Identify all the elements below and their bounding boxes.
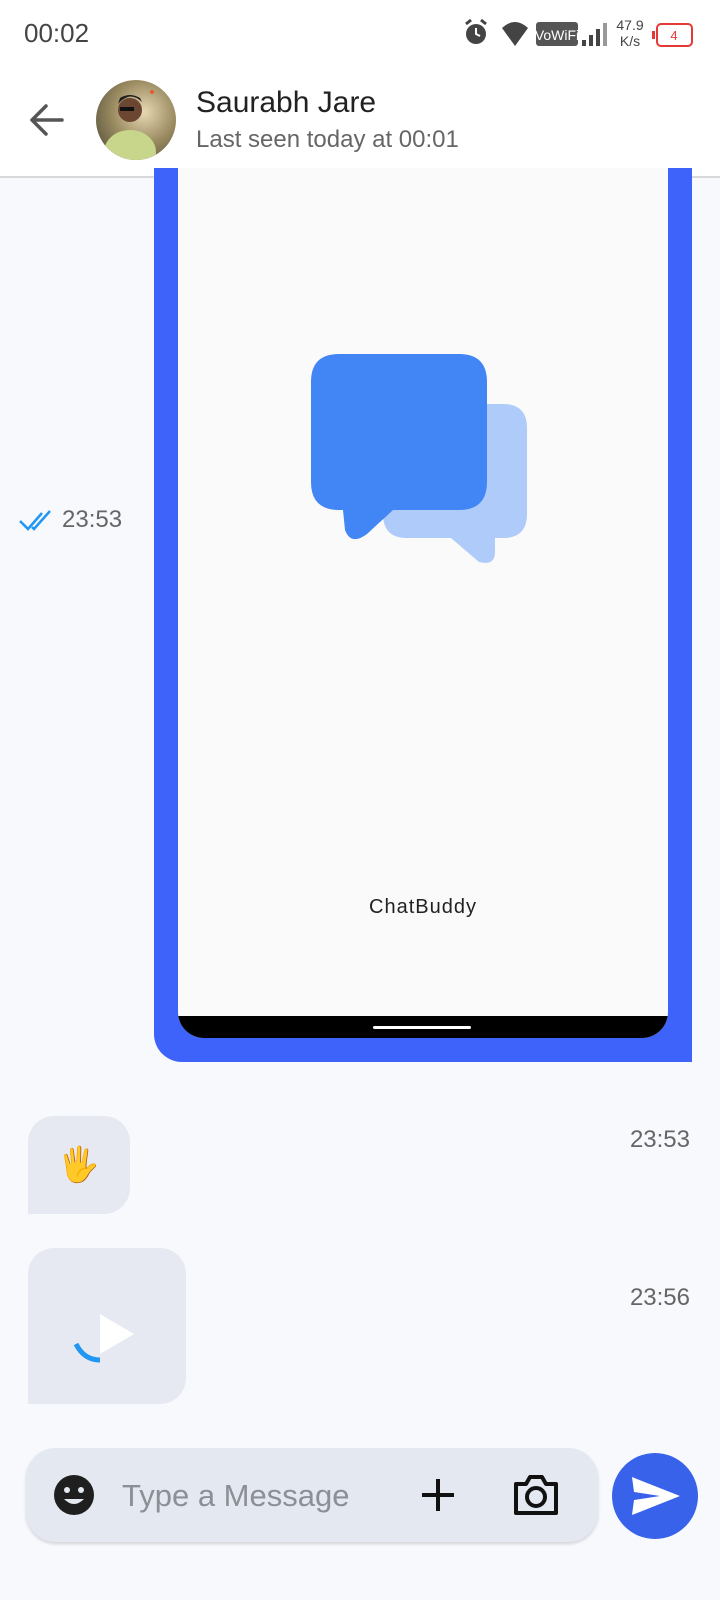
battery-icon: 4 [652, 23, 693, 47]
plus-icon [422, 1479, 454, 1511]
message-time-text: 23:53 [62, 506, 123, 533]
avatar[interactable] [96, 80, 176, 160]
image-preview: ChatBuddy [178, 168, 668, 1038]
smiley-icon [54, 1475, 94, 1515]
wifi-icon [502, 22, 528, 46]
vowifi-label: VoWiFi [535, 27, 579, 43]
arrow-left-icon [30, 104, 64, 136]
loading-spinner-icon [73, 1342, 101, 1363]
emoji-content: 🖐 [57, 1146, 101, 1184]
message-list[interactable]: ChatBuddy 23:53 🖐 23:53 23:56 [0, 168, 720, 1440]
chat-header: Saurabh Jare Last seen today at 00:01 [0, 66, 720, 178]
message-time: 23:53 [18, 506, 122, 538]
message-time: 23:53 [629, 1126, 690, 1153]
contact-name[interactable]: Saurabh Jare [196, 86, 376, 120]
message-composer [26, 1448, 598, 1542]
status-icons: VoWiFi 47.9 K/s 4 [465, 17, 693, 49]
chatbuddy-logo-icon [311, 354, 527, 563]
emoji-button[interactable] [52, 1473, 96, 1517]
signal-icon [582, 23, 607, 46]
status-time: 00:02 [24, 18, 90, 48]
camera-icon [514, 1475, 558, 1515]
contact-photo [96, 80, 176, 160]
send-icon [632, 1477, 680, 1515]
status-bar: 00:02 VoWiFi 47.9 K/s 4 [0, 0, 720, 66]
video-message[interactable] [28, 1248, 186, 1404]
emoji-message[interactable]: 🖐 [28, 1116, 130, 1214]
back-button[interactable] [24, 96, 72, 144]
message-time: 23:56 [629, 1284, 690, 1311]
alarm-icon [465, 18, 487, 44]
attach-button[interactable] [418, 1475, 458, 1515]
double-check-icon [19, 509, 51, 531]
video-thumbnail [73, 1314, 134, 1363]
image-caption-text: ChatBuddy [369, 896, 477, 918]
speed-unit: K/s [620, 33, 640, 49]
image-message[interactable]: ChatBuddy [154, 168, 692, 1062]
speed-value: 47.9 [616, 17, 643, 33]
home-indicator [373, 1026, 471, 1029]
battery-level: 4 [670, 28, 677, 43]
play-icon [100, 1314, 134, 1354]
vowifi-icon: VoWiFi [535, 22, 579, 46]
last-seen-status: Last seen today at 00:01 [196, 126, 459, 153]
message-input[interactable] [120, 1470, 404, 1522]
phone-nav-bar [178, 1016, 668, 1038]
send-button[interactable] [612, 1453, 698, 1539]
camera-button[interactable] [512, 1472, 560, 1518]
